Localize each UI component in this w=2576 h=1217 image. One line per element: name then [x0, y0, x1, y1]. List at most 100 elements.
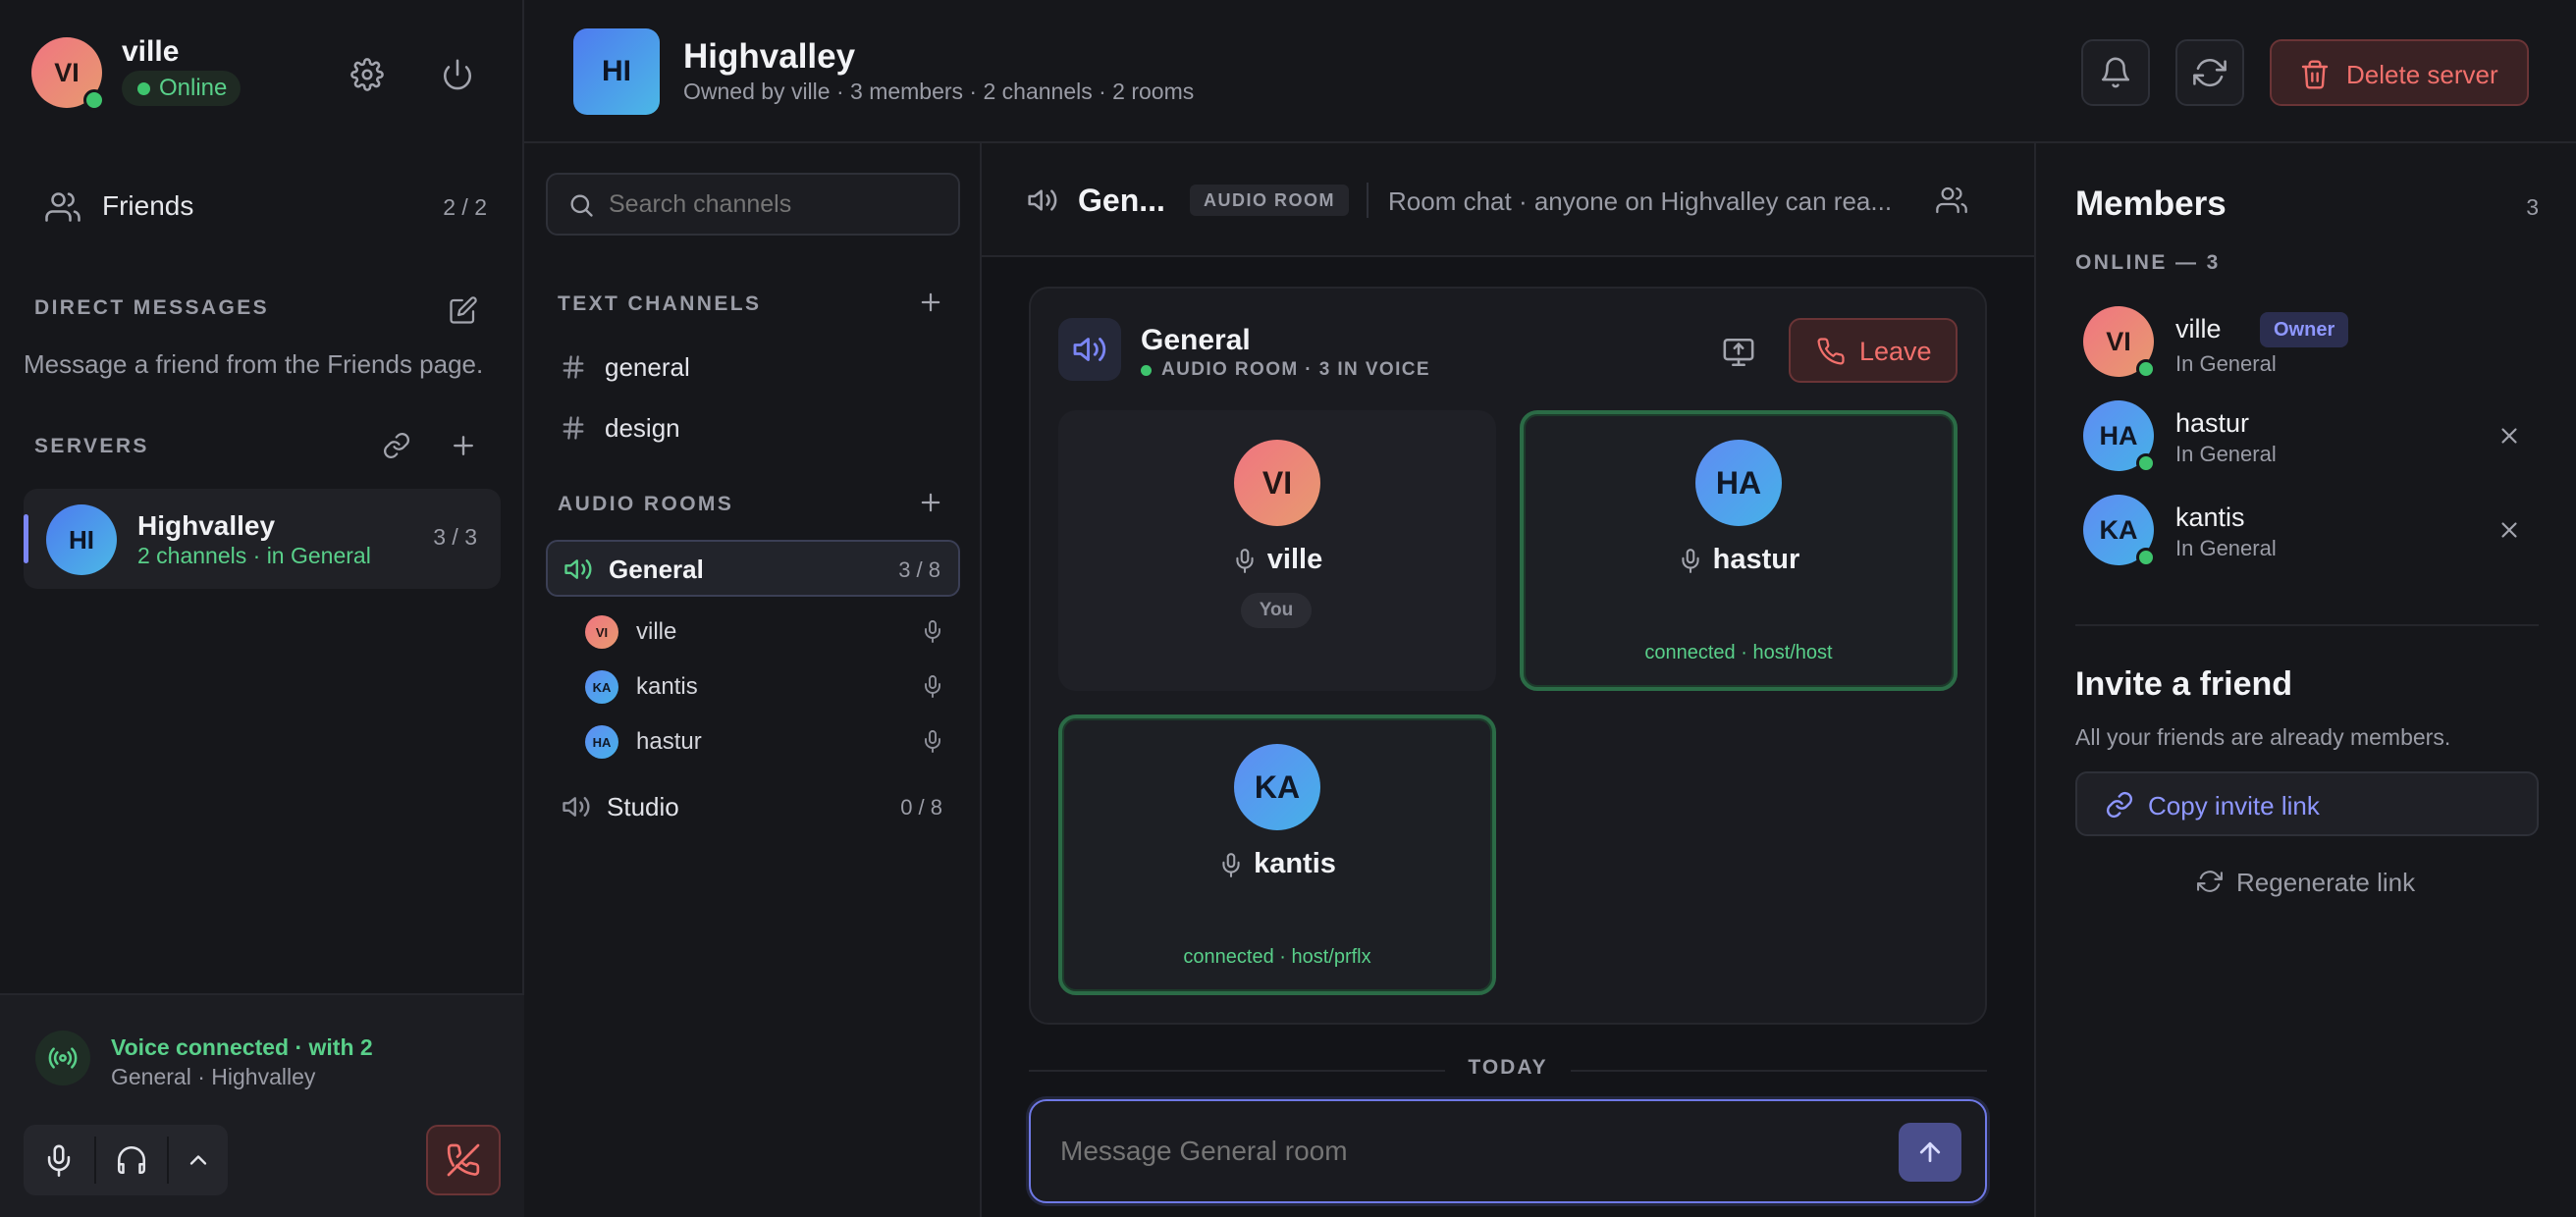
tile-name: kantis	[1254, 848, 1336, 879]
refresh-button[interactable]	[2175, 39, 2244, 106]
server-subtitle: Owned by ville · 3 members · 2 channels …	[683, 79, 1195, 104]
copy-invite-link-button[interactable]: Copy invite link	[2075, 771, 2539, 836]
volume-icon	[563, 797, 590, 817]
kick-member-button[interactable]	[2492, 512, 2527, 548]
delete-server-button[interactable]: Delete server	[2270, 39, 2529, 106]
room-type-badge: AUDIO ROOM	[1190, 185, 1349, 216]
notifications-button[interactable]	[2081, 39, 2150, 106]
mic-icon	[1222, 852, 1240, 877]
server-sub: 2 channels · in General	[137, 543, 371, 568]
friends-count: 2 / 2	[443, 194, 487, 220]
member-item-hastur[interactable]: HA hastur In General	[2064, 393, 2550, 479]
gear-icon	[350, 58, 384, 91]
room-count: 0 / 8	[900, 795, 942, 820]
logout-button[interactable]	[436, 53, 479, 96]
tile-name: hastur	[1712, 544, 1800, 575]
server-title: Highvalley	[683, 37, 856, 76]
participant-avatar: HA	[585, 725, 618, 759]
voice-options-button[interactable]	[169, 1125, 228, 1195]
participant-tile-kantis[interactable]: KA kantis connected · host/prflx	[1058, 714, 1496, 995]
settings-button[interactable]	[346, 53, 389, 96]
user-online-dot	[83, 89, 105, 111]
regenerate-link-button[interactable]: Regenerate link	[2075, 854, 2539, 909]
tile-avatar: VI	[1234, 440, 1320, 526]
deafen-button[interactable]	[96, 1125, 167, 1195]
tile-name-row: ville	[1058, 544, 1496, 576]
leave-room-button[interactable]: Leave	[1789, 318, 1958, 383]
users-icon	[1936, 186, 1967, 214]
channel-item-design[interactable]: design	[546, 400, 960, 455]
voice-room-sub-text: AUDIO ROOM · 3 IN VOICE	[1161, 359, 1430, 380]
regenerate-link-label: Regenerate link	[2236, 868, 2416, 897]
volume-icon	[1028, 189, 1057, 211]
tile-name: ville	[1266, 544, 1323, 575]
screen-share-icon	[1723, 338, 1754, 367]
voice-panel: General AUDIO ROOM · 3 IN VOICE Leave VI…	[1029, 287, 1987, 1025]
participant-tile-hastur[interactable]: HA hastur connected · host/host	[1520, 410, 1958, 691]
member-item-kantis[interactable]: KA kantis In General	[2064, 487, 2550, 573]
room-view: Gen... AUDIO ROOM Room chat · anyone on …	[982, 143, 2034, 1217]
new-dm-button[interactable]	[444, 291, 483, 330]
room-participant[interactable]: VI ville	[585, 608, 960, 654]
room-item-general[interactable]: General 3 / 8	[546, 540, 960, 597]
server-count: 3 / 3	[433, 524, 477, 550]
user-status-pill[interactable]: Online	[122, 71, 242, 106]
voice-status-title: Voice connected · with 2	[111, 1034, 373, 1060]
add-audio-room-button[interactable]	[913, 485, 948, 520]
channel-name: general	[605, 352, 690, 382]
link-icon	[384, 433, 409, 458]
message-input[interactable]	[1060, 1129, 1846, 1174]
add-server-button[interactable]	[444, 426, 483, 465]
search-channels-input[interactable]	[609, 185, 942, 224]
member-item-ville[interactable]: VI ville Owner In General	[2064, 298, 2550, 385]
disconnect-button[interactable]	[426, 1125, 501, 1195]
refresh-icon	[2193, 59, 2227, 87]
edit-icon	[450, 296, 477, 324]
delete-server-label: Delete server	[2346, 60, 2498, 89]
room-header: Gen... AUDIO ROOM Room chat · anyone on …	[982, 143, 2034, 257]
audio-rooms-title: AUDIO ROOMS	[558, 493, 734, 515]
mute-button[interactable]	[24, 1125, 94, 1195]
mic-icon	[1236, 548, 1254, 573]
server-header-avatar: HI	[573, 28, 660, 115]
voice-status-sub: General · Highvalley	[111, 1064, 316, 1089]
channel-search[interactable]	[546, 173, 960, 236]
participant-name: hastur	[636, 728, 702, 755]
add-text-channel-button[interactable]	[913, 285, 948, 320]
room-count: 3 / 8	[898, 557, 940, 582]
members-panel: Members 3 ONLINE — 3 VI ville Owner In G…	[2034, 143, 2576, 1217]
room-item-studio[interactable]: Studio 0 / 8	[546, 779, 960, 834]
mic-icon	[925, 730, 940, 753]
room-participant[interactable]: HA hastur	[585, 718, 960, 764]
power-icon	[444, 59, 471, 90]
member-online-dot	[2136, 453, 2156, 473]
divider	[2075, 624, 2539, 626]
search-icon	[570, 194, 593, 217]
server-item-highvalley[interactable]: HI Highvalley 2 channels · in General 3 …	[24, 489, 501, 589]
send-button[interactable]	[1899, 1123, 1961, 1182]
leave-label: Leave	[1859, 337, 1932, 366]
participant-tile-ville[interactable]: VI ville You	[1058, 410, 1496, 691]
sidebar: VI ville Online Friends 2 / 2 DIRECT MES…	[0, 0, 524, 1217]
chevron-up-icon	[189, 1155, 207, 1165]
toggle-members-button[interactable]	[1930, 179, 1973, 222]
screen-share-button[interactable]	[1714, 328, 1763, 377]
trash-icon	[2301, 60, 2329, 89]
members-count: 3	[2526, 194, 2539, 220]
user-name: ville	[122, 35, 180, 68]
participant-avatar: KA	[585, 670, 618, 704]
friends-label: Friends	[102, 190, 194, 221]
tile-connection-status: connected · host/host	[1644, 642, 1833, 663]
join-server-button[interactable]	[377, 426, 416, 465]
channel-item-general[interactable]: general	[546, 340, 960, 395]
kick-member-button[interactable]	[2492, 418, 2527, 453]
voice-room-sub: AUDIO ROOM · 3 IN VOICE	[1141, 359, 1430, 381]
friends-nav[interactable]: Friends 2 / 2	[24, 177, 501, 236]
room-participant[interactable]: KA kantis	[585, 663, 960, 709]
member-name: kantis	[2175, 503, 2245, 532]
members-title: Members	[2075, 185, 2227, 223]
tile-name-row: hastur	[1524, 544, 1954, 576]
user-avatar[interactable]: VI	[31, 37, 105, 111]
member-sub: In General	[2175, 536, 2277, 560]
room-description: Room chat · anyone on Highvalley can rea…	[1388, 186, 1893, 216]
